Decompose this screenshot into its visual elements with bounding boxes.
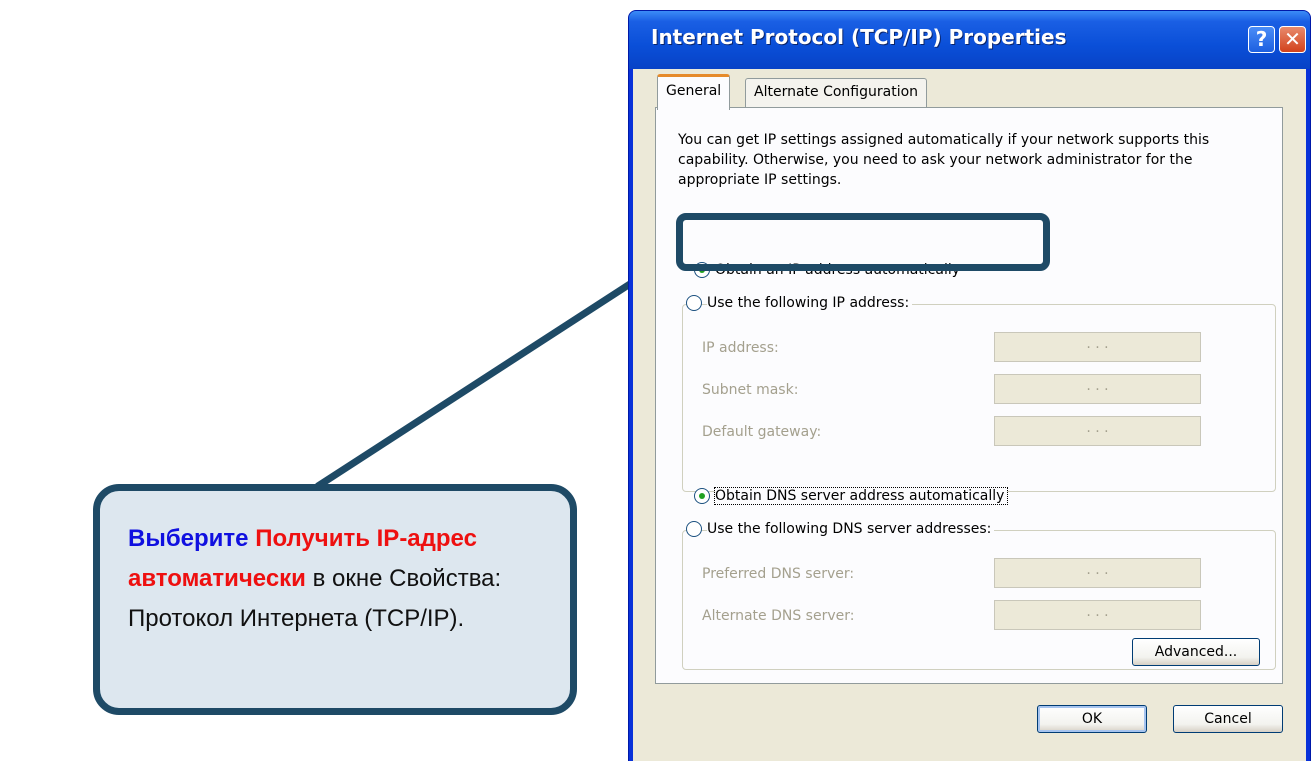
option-highlight-frame xyxy=(676,213,1050,271)
ok-button[interactable]: OK xyxy=(1037,705,1147,733)
help-button[interactable]: ? xyxy=(1248,26,1275,53)
alternate-dns-field[interactable]: . . . xyxy=(994,600,1201,630)
radio-use-following-dns[interactable]: Use the following DNS server addresses: xyxy=(686,521,995,537)
help-icon: ? xyxy=(1255,27,1268,51)
description-text: You can get IP settings assigned automat… xyxy=(678,132,1210,188)
radio-label: Use the following IP address: xyxy=(707,295,913,311)
preferred-dns-label: Preferred DNS server: xyxy=(702,566,855,582)
radio-indicator[interactable] xyxy=(686,521,702,537)
radio-label: Obtain DNS server address automatically xyxy=(713,487,1009,505)
default-gateway-label: Default gateway: xyxy=(702,424,822,440)
close-icon: ✕ xyxy=(1284,27,1301,51)
radio-indicator[interactable] xyxy=(686,295,702,311)
tab-alternate-configuration[interactable]: Alternate Configuration xyxy=(745,78,928,108)
radio-use-following-ip[interactable]: Use the following IP address: xyxy=(686,295,913,311)
callout-verb: Выберите xyxy=(128,525,249,552)
tab-general[interactable]: General xyxy=(657,74,731,110)
ip-address-field[interactable]: . . . xyxy=(994,332,1201,362)
subnet-mask-field[interactable]: . . . xyxy=(994,374,1201,404)
cancel-button[interactable]: Cancel xyxy=(1173,705,1283,733)
radio-indicator[interactable] xyxy=(694,488,710,504)
instruction-callout: Выберите Получить IP-адрес автоматически… xyxy=(93,484,577,715)
title-bar: Internet Protocol (TCP/IP) Properties ? … xyxy=(629,11,1310,69)
radio-obtain-dns-auto[interactable]: Obtain DNS server address automatically xyxy=(694,487,1009,505)
default-gateway-field[interactable]: . . . xyxy=(994,416,1201,446)
advanced-button[interactable]: Advanced... xyxy=(1132,638,1260,666)
subnet-mask-label: Subnet mask: xyxy=(702,382,799,398)
tcpip-properties-window: Internet Protocol (TCP/IP) Properties ? … xyxy=(628,10,1311,761)
alternate-dns-label: Alternate DNS server: xyxy=(702,608,855,624)
window-title: Internet Protocol (TCP/IP) Properties xyxy=(651,25,1067,49)
radio-label: Use the following DNS server addresses: xyxy=(707,521,995,537)
ip-address-label: IP address: xyxy=(702,340,779,356)
dialog-client-area: General Alternate Configuration You can … xyxy=(633,69,1306,761)
general-tab-panel: You can get IP settings assigned automat… xyxy=(655,107,1283,684)
close-button[interactable]: ✕ xyxy=(1279,26,1306,53)
preferred-dns-field[interactable]: . . . xyxy=(994,558,1201,588)
